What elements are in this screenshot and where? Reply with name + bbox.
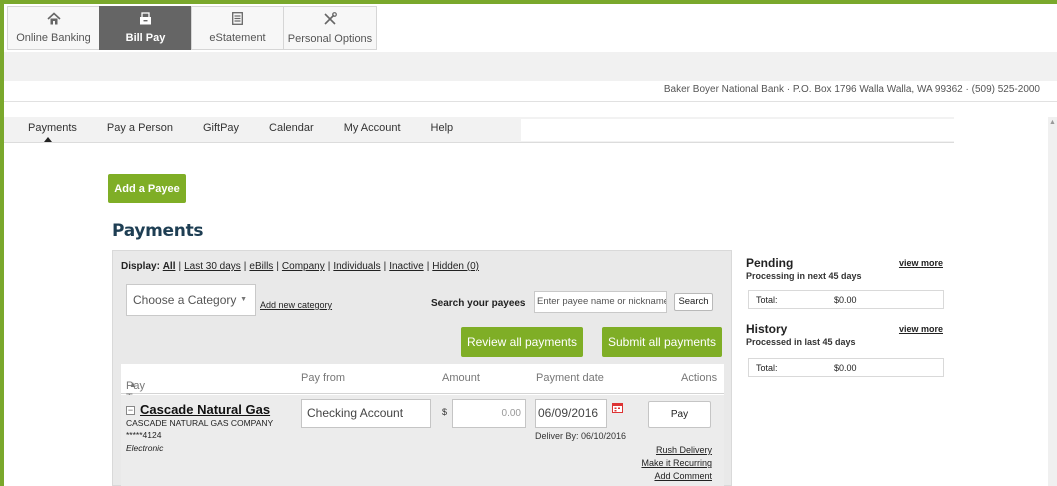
table-row: − Cascade Natural Gas CASCADE NATURAL GA…: [121, 395, 724, 486]
tab-estatement[interactable]: eStatement: [191, 6, 283, 50]
tab-online-banking-label: Online Banking: [16, 32, 91, 44]
tools-icon: [323, 11, 337, 30]
amount-input[interactable]: 0.00: [452, 399, 526, 428]
pending-subtitle: Processing in next 45 days: [746, 271, 862, 281]
subnav-blank-area: [521, 119, 955, 141]
submit-all-payments-button[interactable]: Submit all payments: [602, 327, 722, 357]
top-nav: Online Banking Bill Pay eStatement Perso…: [7, 6, 377, 50]
bank-info: Baker Boyer National Bank · P.O. Box 179…: [663, 84, 1040, 95]
tab-estatement-label: eStatement: [209, 32, 266, 44]
subnav-calendar[interactable]: Calendar: [254, 117, 329, 143]
search-button[interactable]: Search: [674, 293, 713, 311]
payee-type: Electronic: [126, 443, 164, 453]
pending-total: Total: $0.00: [748, 290, 944, 309]
filter-label: Display:: [121, 261, 160, 272]
sub-nav: Payments Pay a Person GiftPay Calendar M…: [4, 117, 955, 143]
pending-total-label: Total:: [756, 295, 778, 305]
filter-last-30-days[interactable]: Last 30 days: [184, 261, 241, 272]
history-total-value: $0.00: [834, 363, 857, 373]
category-select-value: Choose a Category: [133, 293, 237, 307]
add-comment-link[interactable]: Add Comment: [654, 471, 712, 481]
subnav-help[interactable]: Help: [416, 117, 469, 143]
calendar-icon[interactable]: [612, 402, 623, 413]
table-header: Pay To▲ Pay from Amount Payment date Act…: [121, 364, 724, 404]
header-payment-date: Payment date: [536, 372, 604, 384]
search-label: Search your payees: [431, 298, 526, 309]
make-recurring-link[interactable]: Make it Recurring: [641, 458, 712, 468]
history-total: Total: $0.00: [748, 358, 944, 377]
subnav-pay-a-person[interactable]: Pay a Person: [92, 117, 188, 143]
payments-panel: Display: All | Last 30 days | eBills | Company…: [112, 250, 732, 486]
filter-hidden[interactable]: Hidden (0): [432, 261, 479, 272]
filter-inactive[interactable]: Inactive: [389, 261, 423, 272]
pending-view-more-link[interactable]: view more: [899, 258, 943, 268]
pending-panel: Pending Processing in next 45 days view …: [746, 256, 946, 312]
bill-pay-icon: [139, 12, 152, 29]
scrollbar[interactable]: [1048, 117, 1057, 486]
pending-total-value: $0.00: [834, 295, 857, 305]
history-view-more-link[interactable]: view more: [899, 324, 943, 334]
payee-name-link[interactable]: Cascade Natural Gas: [140, 402, 270, 417]
tab-personal-options-label: Personal Options: [287, 32, 373, 45]
subnav-payments[interactable]: Payments: [4, 117, 92, 143]
deliver-by: Deliver By: 06/10/2016: [535, 431, 627, 441]
scroll-up-icon[interactable]: ▲: [1048, 117, 1057, 129]
filter-company[interactable]: Company: [282, 261, 325, 272]
filter-ebills[interactable]: eBills: [249, 261, 273, 272]
tab-personal-options[interactable]: Personal Options: [283, 6, 377, 50]
history-panel: History Processed in last 45 days view m…: [746, 322, 946, 378]
payments-table: Pay To▲ Pay from Amount Payment date Act…: [121, 364, 724, 486]
subnav-my-account[interactable]: My Account: [329, 117, 416, 143]
search-input[interactable]: Enter payee name or nickname: [534, 291, 667, 313]
payee-account: *****4124: [126, 430, 162, 440]
tab-bill-pay[interactable]: Bill Pay: [99, 6, 191, 50]
display-filters: Display: All | Last 30 days | eBills | Company…: [121, 261, 479, 272]
add-payee-button[interactable]: Add a Payee: [108, 174, 186, 203]
document-icon: [232, 12, 243, 29]
category-select[interactable]: Choose a Category ▼: [126, 284, 256, 316]
pay-from-select[interactable]: Checking Account: [301, 399, 431, 428]
subnav-giftpay[interactable]: GiftPay: [188, 117, 254, 143]
header-band: [4, 52, 1057, 81]
filter-all[interactable]: All: [163, 261, 176, 272]
history-subtitle: Processed in last 45 days: [746, 337, 856, 347]
payment-date-input[interactable]: 06/09/2016: [535, 399, 607, 428]
divider: [4, 101, 1057, 102]
payee-company: CASCADE NATURAL GAS COMPANY: [126, 418, 274, 428]
rush-delivery-link[interactable]: Rush Delivery: [656, 445, 712, 455]
chevron-down-icon: ▼: [240, 296, 247, 303]
tab-online-banking[interactable]: Online Banking: [7, 6, 99, 50]
review-all-payments-button[interactable]: Review all payments: [461, 327, 583, 357]
collapse-icon[interactable]: −: [126, 406, 135, 415]
header-pay-from: Pay from: [301, 372, 346, 384]
frame-top-border: [0, 0, 1057, 4]
home-icon: [46, 12, 61, 29]
filter-individuals[interactable]: Individuals: [333, 261, 380, 272]
header-amount: Amount: [442, 372, 480, 384]
add-category-link[interactable]: Add new category: [260, 300, 332, 310]
tab-bill-pay-label: Bill Pay: [125, 32, 166, 44]
header-actions: Actions: [681, 372, 718, 384]
pay-button[interactable]: Pay: [648, 401, 711, 428]
sort-up-icon: ▲: [129, 380, 137, 389]
page-title: Payments: [112, 221, 204, 241]
history-total-label: Total:: [756, 363, 778, 373]
currency-symbol: $: [442, 407, 448, 417]
